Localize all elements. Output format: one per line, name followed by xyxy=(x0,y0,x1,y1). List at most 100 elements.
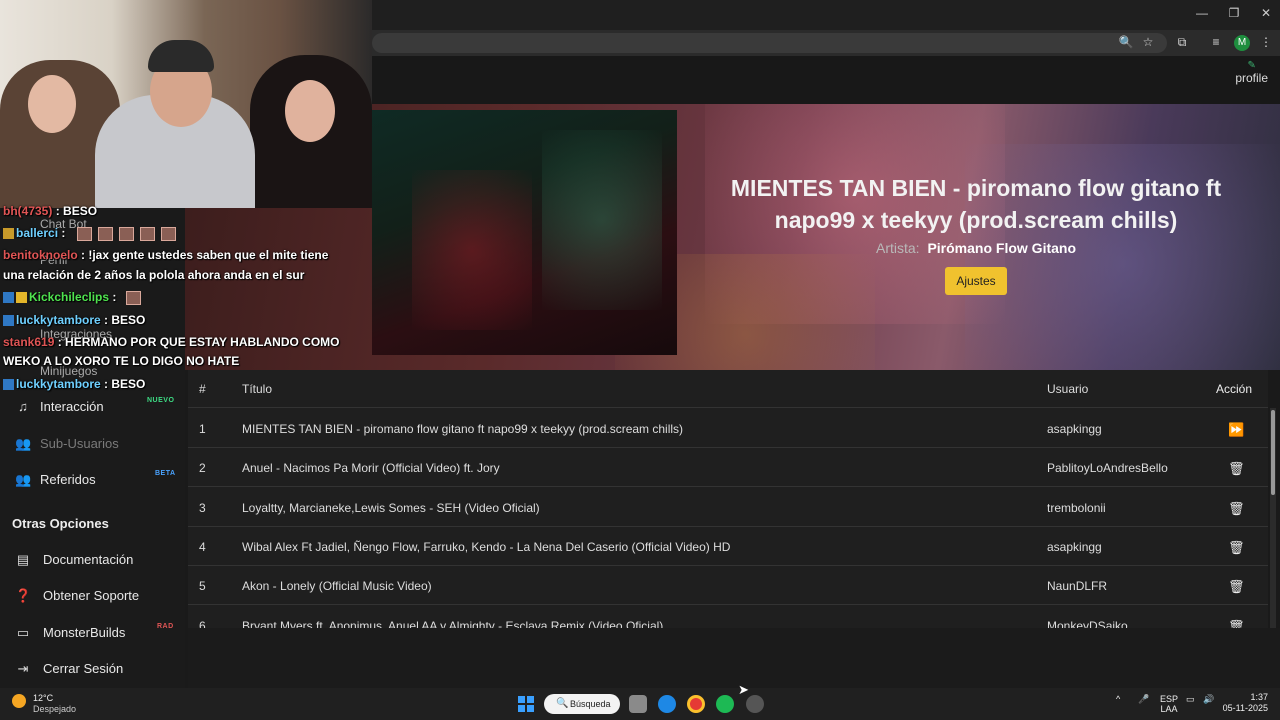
chrome-icon[interactable] xyxy=(687,695,705,713)
restore-button[interactable]: ❐ xyxy=(1224,6,1244,20)
address-bar[interactable] xyxy=(372,33,1167,53)
row-number: 3 xyxy=(199,501,206,515)
emote-icon xyxy=(139,226,155,241)
media-control-icon[interactable]: ≡ xyxy=(1208,35,1224,49)
chat-username: stank619 xyxy=(3,335,55,349)
emote-icon xyxy=(97,226,113,241)
row-title: Loyaltty, Marcianeke,Lewis Somes - SEH (… xyxy=(242,501,540,515)
chat-text: : BESO xyxy=(100,377,146,391)
queue-table: # Título Usuario Acción 1 MIENTES TAN BI… xyxy=(188,370,1268,628)
sidebar-item-documentacion[interactable]: ▤ Documentación xyxy=(0,543,185,577)
row-title: Akon - Lonely (Official Music Video) xyxy=(242,579,432,593)
sidebar-item-label: Cerrar Sesión xyxy=(43,661,124,676)
book-icon: ▤ xyxy=(16,552,30,567)
stream-chat-overlay: bh(4735) : BESO ballerci : benitoknoelo … xyxy=(0,200,360,400)
chat-text: : BESO xyxy=(52,204,98,218)
skip-icon[interactable]: ⏩ xyxy=(1228,422,1244,438)
delete-icon[interactable]: 🗑 xyxy=(1228,461,1245,477)
row-number: 1 xyxy=(199,422,206,436)
start-button[interactable] xyxy=(518,696,534,712)
table-row: 4 Wibal Alex Ft Jadiel, Ñengo Flow, Farr… xyxy=(188,527,1268,566)
artist-value: Pirómano Flow Gitano xyxy=(927,240,1077,256)
sidebar-item-referidos[interactable]: 👥 Referidos BETA xyxy=(0,463,185,497)
bookmark-star-icon[interactable]: ☆ xyxy=(1140,35,1156,49)
delete-icon[interactable]: 🗑 xyxy=(1228,540,1245,556)
sidebar-item-sub-usuarios[interactable]: 👥 Sub-Usuarios xyxy=(0,427,185,461)
chat-username: Kickchileclips xyxy=(29,290,110,304)
volume-icon[interactable]: 🔊 xyxy=(1203,694,1214,705)
table-row: 1 MIENTES TAN BIEN - piromano flow gitan… xyxy=(188,409,1268,448)
minimize-button[interactable]: — xyxy=(1192,6,1212,20)
header-action: Acción xyxy=(1216,382,1253,396)
network-icon[interactable]: ▭ xyxy=(1186,694,1195,705)
sidebar-item-label: MonsterBuilds xyxy=(43,625,126,640)
chat-message: bh(4735) : BESO xyxy=(3,204,97,218)
search-icon: 🔍 xyxy=(556,698,569,709)
browser-menu-icon[interactable]: ⋮ xyxy=(1258,35,1274,49)
badge-icon xyxy=(3,315,14,327)
delete-icon[interactable]: 🗑 xyxy=(1228,619,1245,628)
weather-temp: 12°C xyxy=(33,693,54,703)
chat-message: Kickchileclips : xyxy=(3,290,147,305)
delete-icon[interactable]: 🗑 xyxy=(1228,579,1245,595)
beta-badge: BETA xyxy=(155,470,176,477)
language-indicator[interactable]: ESP LAA xyxy=(1160,694,1178,714)
chat-username: benitoknoelo xyxy=(3,248,78,262)
chat-text: : xyxy=(58,226,66,240)
chat-text: : !jax gente ustedes saben que el mite t… xyxy=(77,248,329,262)
sidebar-item-label: Referidos xyxy=(40,472,96,487)
table-row: 5 Akon - Lonely (Official Music Video) N… xyxy=(188,566,1268,605)
sidebar-item-label: Sub-Usuarios xyxy=(40,436,119,451)
users-icon: 👥 xyxy=(15,436,32,451)
emote-icon xyxy=(160,226,176,241)
browser-profile-avatar[interactable]: M xyxy=(1234,35,1250,51)
row-user: MonkeyDSaiko xyxy=(1047,619,1128,628)
microphone-icon[interactable]: 🎤 xyxy=(1138,694,1149,705)
row-title: MIENTES TAN BIEN - piromano flow gitano … xyxy=(242,422,684,436)
row-user: NaunDLFR xyxy=(1047,579,1108,593)
close-button[interactable]: ✕ xyxy=(1256,6,1276,20)
profile-icon: ✎ xyxy=(1247,60,1256,71)
row-title: Bryant Myers ft. Anonimus, Anuel AA y Al… xyxy=(242,619,664,628)
edge-icon[interactable] xyxy=(658,695,676,713)
weather-icon xyxy=(12,694,26,708)
chat-text: : xyxy=(109,290,117,304)
lang-layout: LAA xyxy=(1160,704,1178,714)
emote-icon xyxy=(125,290,141,305)
taskbar-search[interactable]: 🔍 Búsqueda xyxy=(544,694,620,714)
task-view-icon[interactable] xyxy=(629,695,647,713)
chat-message: luckkytambore : BESO xyxy=(3,313,145,327)
sidebar-item-cerrar-sesion[interactable]: ⇥ Cerrar Sesión xyxy=(0,652,185,686)
video-player[interactable] xyxy=(372,110,677,355)
sidebar-item-soporte[interactable]: ❓ Obtener Soporte xyxy=(0,579,185,613)
search-label: Búsqueda xyxy=(570,699,611,709)
clock-date: 05-11-2025 xyxy=(1222,703,1268,713)
other-options-heading: Otras Opciones xyxy=(12,516,109,531)
row-number: 2 xyxy=(199,461,206,475)
chat-message: benitoknoelo : !jax gente ustedes saben … xyxy=(3,248,328,262)
profile-link[interactable]: ✎ profile xyxy=(1235,60,1268,86)
badge-icon xyxy=(3,292,14,304)
spotify-icon[interactable] xyxy=(716,695,734,713)
chat-username: luckkytambore xyxy=(16,313,101,327)
lang-code: ESP xyxy=(1160,694,1179,704)
table-scrollbar[interactable] xyxy=(1270,408,1276,628)
delete-icon[interactable]: 🗑 xyxy=(1228,501,1245,517)
row-title: Wibal Alex Ft Jadiel, Ñengo Flow, Farruk… xyxy=(242,540,731,554)
taskbar-clock[interactable]: 1:37 05-11-2025 xyxy=(1222,692,1268,714)
logout-icon: ⇥ xyxy=(17,661,29,676)
chat-username: ballerci xyxy=(16,226,59,240)
extensions-icon[interactable]: ⧉ xyxy=(1174,35,1190,50)
zoom-icon[interactable]: 🔍 xyxy=(1118,35,1134,49)
badge-icon xyxy=(3,379,14,391)
tray-overflow-icon[interactable]: ^ xyxy=(1116,694,1120,704)
settings-button[interactable]: Ajustes xyxy=(945,267,1007,295)
chat-message-continuation: una relación de 2 años la polola ahora a… xyxy=(3,268,305,282)
music-note-icon: ♫ xyxy=(18,399,28,414)
now-playing-title: MIENTES TAN BIEN - piromano flow gitano … xyxy=(730,175,1222,233)
badge-icon xyxy=(16,292,27,304)
rad-badge: RAD xyxy=(157,623,174,630)
monitor-icon: ▭ xyxy=(16,625,30,640)
chat-text: : HERMANO POR QUE ESTAY HABLANDO COMO xyxy=(54,335,340,349)
sidebar-item-monsterbuilds[interactable]: ▭ MonsterBuilds RAD xyxy=(0,616,185,650)
